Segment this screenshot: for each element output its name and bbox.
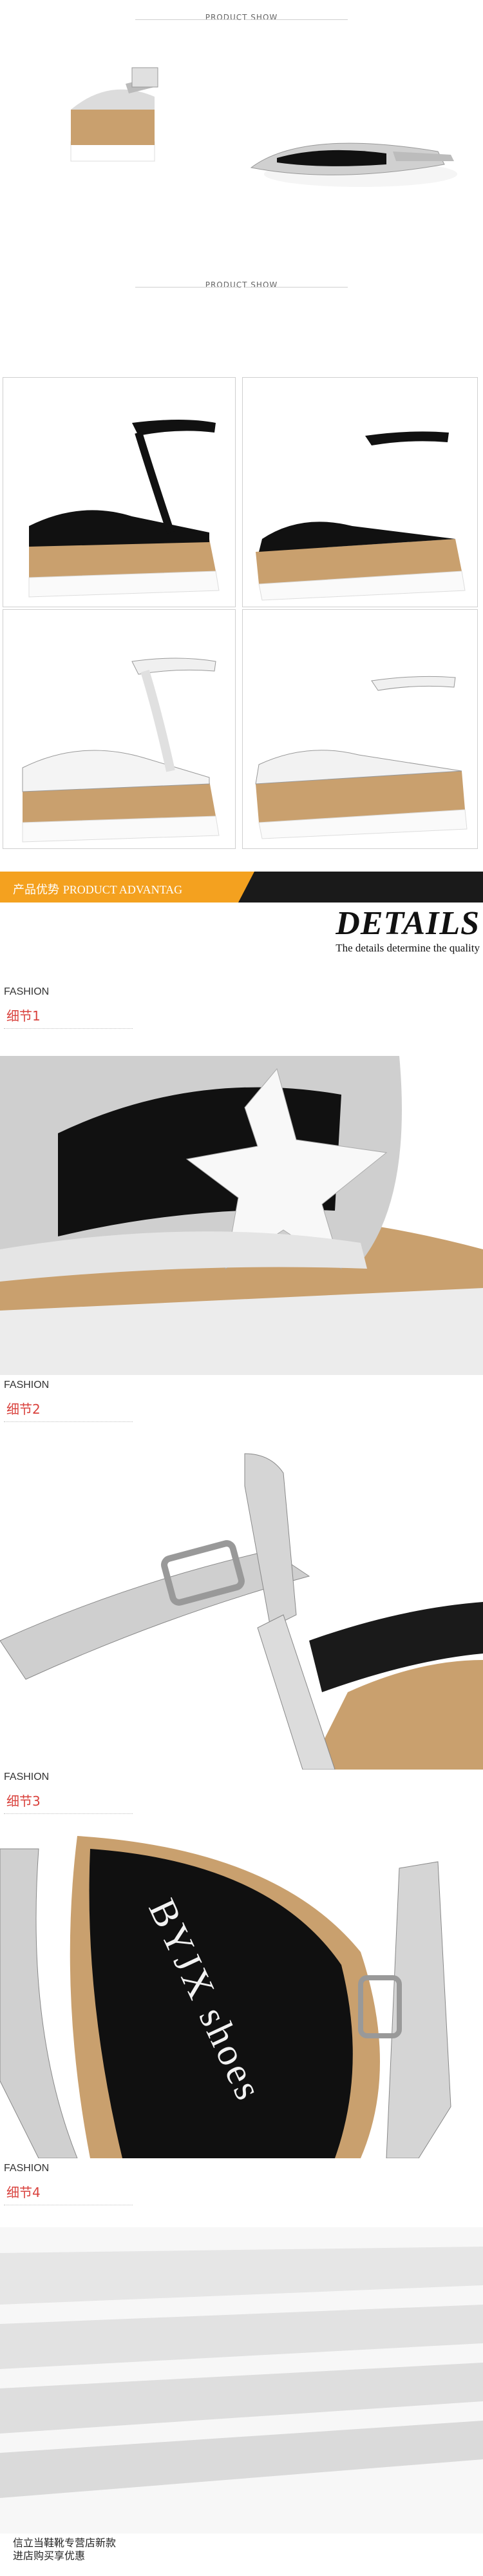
product-show-header-2: PRODUCT SHOW <box>0 280 483 291</box>
detail-2-buckle-image <box>0 1447 483 1770</box>
advantage-bar: 产品优势 PRODUCT ADVANTAG <box>0 872 483 903</box>
details-heading: DETAILS The details determine the qualit… <box>296 906 480 955</box>
detail-3-insole-image: BYJX shoes <box>0 1836 483 2158</box>
black-sandal-angle-image <box>256 431 466 601</box>
black-sandal-side-image <box>28 420 220 598</box>
fashion-label-2: FASHION <box>4 1380 50 1390</box>
detail-label-3: 细节3 <box>6 1793 41 1809</box>
detail-image-2 <box>0 1447 483 1770</box>
detail-label-1: 细节1 <box>6 1008 41 1024</box>
section-title: PRODUCT SHOW <box>205 280 278 289</box>
detail-divider-3 <box>4 1813 133 1814</box>
section-title: PRODUCT SHOW <box>205 13 278 22</box>
product-photo-black-angle <box>242 377 478 607</box>
divider <box>135 287 238 288</box>
product-photo-white-angle <box>242 609 478 849</box>
product-photo-white-side <box>3 609 236 849</box>
detail-image-3: BYJX shoes <box>0 1836 483 2158</box>
advantage-en: PRODUCT ADVANTAG <box>62 883 183 896</box>
detail-label-4: 细节4 <box>6 2185 41 2200</box>
footer-promo[interactable]: 信立当鞋靴专营店新款 进店购买享优惠 <box>13 2537 206 2562</box>
product-show-header-1: PRODUCT SHOW <box>0 13 483 24</box>
details-title: DETAILS <box>336 905 480 942</box>
detail-divider-2 <box>4 1421 133 1422</box>
fashion-label-1: FASHION <box>4 986 50 997</box>
detail-1-silver-star-image <box>0 1056 483 1375</box>
advantage-bar-label: 产品优势 PRODUCT ADVANTAG <box>13 881 182 897</box>
top-product-hero <box>0 0 483 193</box>
divider <box>245 19 348 20</box>
details-subtitle: The details determine the quality <box>336 942 480 954</box>
advantage-cn: 产品优势 <box>13 883 59 897</box>
detail-label-2: 细节2 <box>6 1401 41 1417</box>
product-photo-black-side <box>3 377 236 607</box>
detail-image-4 <box>0 2227 483 2533</box>
fashion-label-4: FASHION <box>4 2163 50 2174</box>
footer-line-1: 信立当鞋靴专营店新款 <box>13 2537 117 2549</box>
divider <box>245 287 348 288</box>
detail-image-1 <box>0 1056 483 1375</box>
detail-4-sole-image <box>0 2227 483 2533</box>
top-product-hero-image <box>70 67 457 187</box>
fashion-label-3: FASHION <box>4 1771 50 1782</box>
footer-line-2: 进店购买享优惠 <box>13 2550 86 2562</box>
detail-divider-1 <box>4 1028 133 1029</box>
white-sandal-angle-image <box>255 676 468 839</box>
white-sandal-side-image <box>22 658 220 843</box>
divider <box>135 19 238 20</box>
